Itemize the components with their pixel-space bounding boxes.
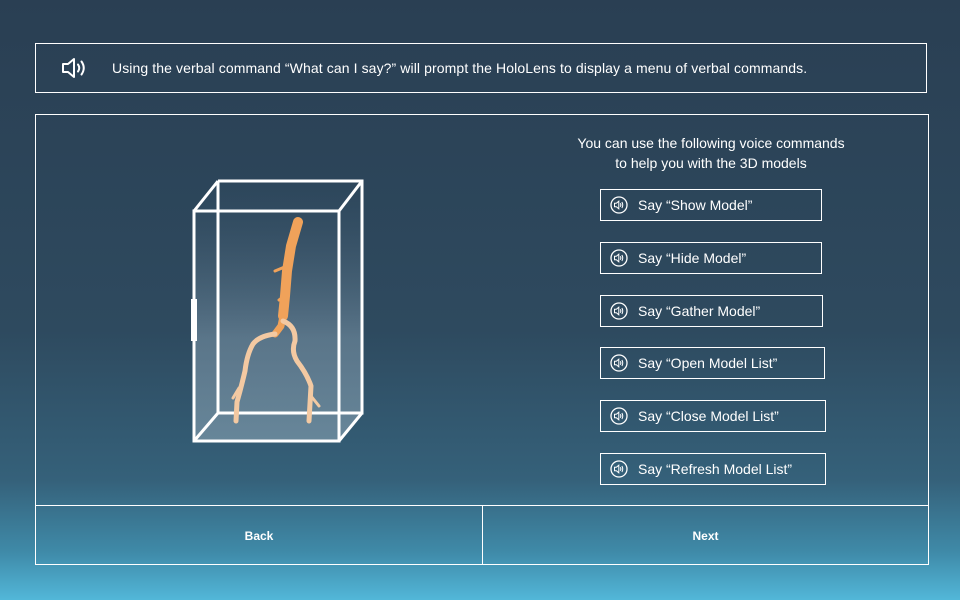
command-label: Say “Close Model List” (638, 408, 779, 424)
speaker-circle-icon (610, 407, 628, 425)
speaker-circle-icon (610, 302, 628, 320)
commands-header-line2: to help you with the 3D models (615, 155, 807, 171)
command-label: Say “Open Model List” (638, 355, 778, 371)
banner-text: Using the verbal command “What can I say… (112, 60, 808, 76)
show-model-command[interactable]: Say “Show Model” (600, 189, 822, 221)
speaker-circle-icon (610, 354, 628, 372)
instruction-banner: Using the verbal command “What can I say… (35, 43, 927, 93)
speaker-circle-icon (610, 460, 628, 478)
speaker-circle-icon (610, 196, 628, 214)
commands-header: You can use the following voice commands… (516, 133, 906, 173)
main-panel: You can use the following voice commands… (35, 114, 929, 565)
next-button[interactable]: Next (483, 506, 928, 565)
vessel-model-icon (191, 176, 371, 446)
close-model-list-command[interactable]: Say “Close Model List” (600, 400, 826, 432)
refresh-model-list-command[interactable]: Say “Refresh Model List” (600, 453, 826, 485)
speaker-circle-icon (610, 249, 628, 267)
back-button[interactable]: Back (36, 506, 483, 565)
hide-model-command[interactable]: Say “Hide Model” (600, 242, 822, 274)
gather-model-command[interactable]: Say “Gather Model” (600, 295, 823, 327)
commands-header-line1: You can use the following voice commands (577, 135, 845, 151)
open-model-list-command[interactable]: Say “Open Model List” (600, 347, 825, 379)
command-label: Say “Show Model” (638, 197, 753, 213)
command-label: Say “Refresh Model List” (638, 461, 793, 477)
command-label: Say “Hide Model” (638, 250, 747, 266)
footer-nav: Back Next (36, 505, 928, 565)
speaker-icon (60, 56, 90, 80)
command-label: Say “Gather Model” (638, 303, 761, 319)
